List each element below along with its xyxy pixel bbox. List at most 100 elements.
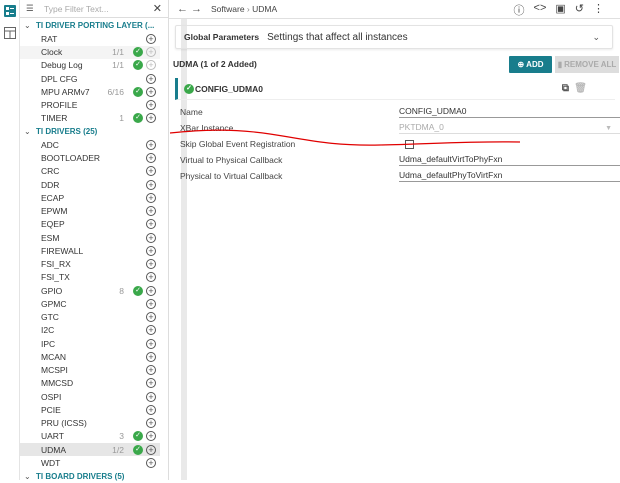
add-instance-icon[interactable]: + xyxy=(146,232,156,243)
tree-item[interactable]: DDR + xyxy=(20,178,160,191)
tree-item[interactable]: I2C + xyxy=(20,324,160,337)
tree-category[interactable]: ⌄ TI BOARD DRIVERS (5) xyxy=(20,470,160,483)
tree-item[interactable]: GTC + xyxy=(20,311,160,324)
tree-item[interactable]: UART 3 ✓ + xyxy=(20,430,160,443)
add-instance-icon[interactable]: + xyxy=(146,60,156,71)
add-instance-icon[interactable]: + xyxy=(146,418,156,429)
tree-item[interactable]: MPU ARMv7 6/16 ✓ + xyxy=(20,85,160,98)
tree-item[interactable]: FSI_TX + xyxy=(20,271,160,284)
add-instance-icon[interactable]: + xyxy=(146,139,156,150)
tree-item[interactable]: EPWM + xyxy=(20,205,160,218)
add-instance-icon[interactable]: + xyxy=(146,272,156,283)
add-instance-icon[interactable]: + xyxy=(146,457,156,468)
add-instance-icon[interactable]: + xyxy=(146,285,156,296)
chevron-down-icon[interactable]: ⌄ xyxy=(24,127,36,136)
add-instance-icon[interactable]: + xyxy=(146,312,156,323)
chevron-down-icon[interactable]: ⌄ xyxy=(24,472,36,481)
add-instance-icon[interactable]: + xyxy=(146,192,156,203)
tree-item[interactable]: CRC + xyxy=(20,165,160,178)
tree-category[interactable]: ⌄ TI DRIVER PORTING LAYER (... xyxy=(20,19,160,32)
chevron-down-icon[interactable]: ⌄ xyxy=(592,32,600,43)
tree-category[interactable]: ⌄ TI DRIVERS (25) xyxy=(20,125,160,138)
tree-item[interactable]: IPC + xyxy=(20,337,160,350)
tree-item[interactable]: PCIE + xyxy=(20,403,160,416)
copy-icon[interactable]: ⧉ xyxy=(562,83,569,94)
tree-item[interactable]: RAT + xyxy=(20,32,160,45)
instance-name: CONFIG_UDMA0 xyxy=(195,83,264,94)
instance-count: 1/1 xyxy=(112,47,124,58)
trash-icon[interactable]: 🗑 xyxy=(574,83,587,94)
add-instance-icon[interactable]: + xyxy=(146,444,156,455)
tree-item[interactable]: TIMER 1 ✓ + xyxy=(20,112,160,125)
tree-item[interactable]: EQEP + xyxy=(20,218,160,231)
software-view-icon[interactable] xyxy=(4,5,16,17)
add-instance-icon[interactable]: + xyxy=(146,245,156,256)
field-input: PKTDMA_0 xyxy=(399,122,620,134)
add-instance-icon[interactable]: + xyxy=(146,325,156,336)
tree-item[interactable]: ESM + xyxy=(20,231,160,244)
add-instance-icon[interactable]: + xyxy=(146,206,156,217)
tree-item[interactable]: ADC + xyxy=(20,138,160,151)
global-parameters-panel[interactable]: Global Parameters Settings that affect a… xyxy=(175,25,613,49)
history-icon[interactable]: ↺ xyxy=(575,2,584,18)
tree-item[interactable]: DPL CFG + xyxy=(20,72,160,85)
instance-config-udma0[interactable]: ✓ CONFIG_UDMA0 ⧉ 🗑 xyxy=(175,78,615,100)
tree-item[interactable]: MMCSD + xyxy=(20,377,160,390)
field-input[interactable]: CONFIG_UDMA0 xyxy=(399,106,620,118)
add-instance-icon[interactable]: + xyxy=(146,100,156,111)
add-instance-icon[interactable]: + xyxy=(146,33,156,44)
add-instance-icon[interactable]: + xyxy=(146,219,156,230)
breadcrumb-software[interactable]: Software xyxy=(211,4,245,14)
item-label: ADC xyxy=(41,139,59,150)
tree-item[interactable]: MCAN + xyxy=(20,350,160,363)
item-label: GPMC xyxy=(41,298,67,309)
field-checkbox[interactable] xyxy=(405,139,414,149)
add-instance-icon[interactable]: + xyxy=(146,47,156,58)
add-instance-icon[interactable]: + xyxy=(146,378,156,389)
add-instance-icon[interactable]: + xyxy=(146,431,156,442)
more-icon[interactable]: ⋮ xyxy=(593,2,604,18)
add-instance-icon[interactable]: + xyxy=(146,166,156,177)
add-instance-icon[interactable]: + xyxy=(146,391,156,402)
tree-item[interactable]: PROFILE + xyxy=(20,99,160,112)
tree-item[interactable]: MCSPI + xyxy=(20,364,160,377)
remove-all-button[interactable]: ▮ REMOVE ALL xyxy=(555,56,619,73)
add-instance-icon[interactable]: + xyxy=(146,298,156,309)
add-instance-icon[interactable]: + xyxy=(146,153,156,164)
chevron-down-icon[interactable]: ⌄ xyxy=(24,21,36,30)
add-instance-icon[interactable]: + xyxy=(146,365,156,376)
item-label: CRC xyxy=(41,166,60,177)
check-icon: ✓ xyxy=(184,83,194,94)
tree-item[interactable]: Clock 1/1 ✓ + xyxy=(20,45,160,59)
forward-icon[interactable]: → xyxy=(191,3,205,15)
tree-item[interactable]: Debug Log 1/1 ✓ + xyxy=(20,59,160,72)
tree-item[interactable]: GPIO 8 ✓ + xyxy=(20,284,160,297)
add-instance-icon[interactable]: + xyxy=(146,73,156,84)
tree-item[interactable]: UDMA 1/2 ✓ + xyxy=(20,443,160,457)
tree-item[interactable]: GPMC + xyxy=(20,297,160,310)
chip-icon[interactable]: ▣ xyxy=(555,2,565,18)
tree-item[interactable]: FSI_RX + xyxy=(20,258,160,271)
field-input[interactable]: Udma_defaultVirtToPhyFxn xyxy=(399,154,620,166)
tree-item[interactable]: OSPI + xyxy=(20,390,160,403)
back-icon[interactable]: ← xyxy=(177,3,191,15)
tree-item[interactable]: BOOTLOADER + xyxy=(20,152,160,165)
field-input[interactable]: Udma_defaultPhyToVirtFxn xyxy=(399,170,620,182)
code-icon[interactable]: <> xyxy=(534,2,547,18)
tree-item[interactable]: FIREWALL + xyxy=(20,244,160,257)
tree-item[interactable]: ECAP + xyxy=(20,191,160,204)
add-instance-icon[interactable]: + xyxy=(146,351,156,362)
hardware-view-icon[interactable] xyxy=(4,27,16,39)
clear-filter-icon[interactable]: ✕ xyxy=(153,2,162,15)
tree-item[interactable]: WDT + xyxy=(20,456,160,469)
add-instance-icon[interactable]: + xyxy=(146,113,156,124)
add-button[interactable]: ⊕ ADD xyxy=(509,56,552,73)
add-instance-icon[interactable]: + xyxy=(146,338,156,349)
add-instance-icon[interactable]: + xyxy=(146,86,156,97)
info-icon[interactable]: ⓘ xyxy=(514,2,525,18)
tree-item[interactable]: PRU (ICSS) + xyxy=(20,417,160,430)
add-instance-icon[interactable]: + xyxy=(146,179,156,190)
add-instance-icon[interactable]: + xyxy=(146,259,156,270)
filter-input[interactable]: Type Filter Text... xyxy=(44,4,109,14)
add-instance-icon[interactable]: + xyxy=(146,404,156,415)
